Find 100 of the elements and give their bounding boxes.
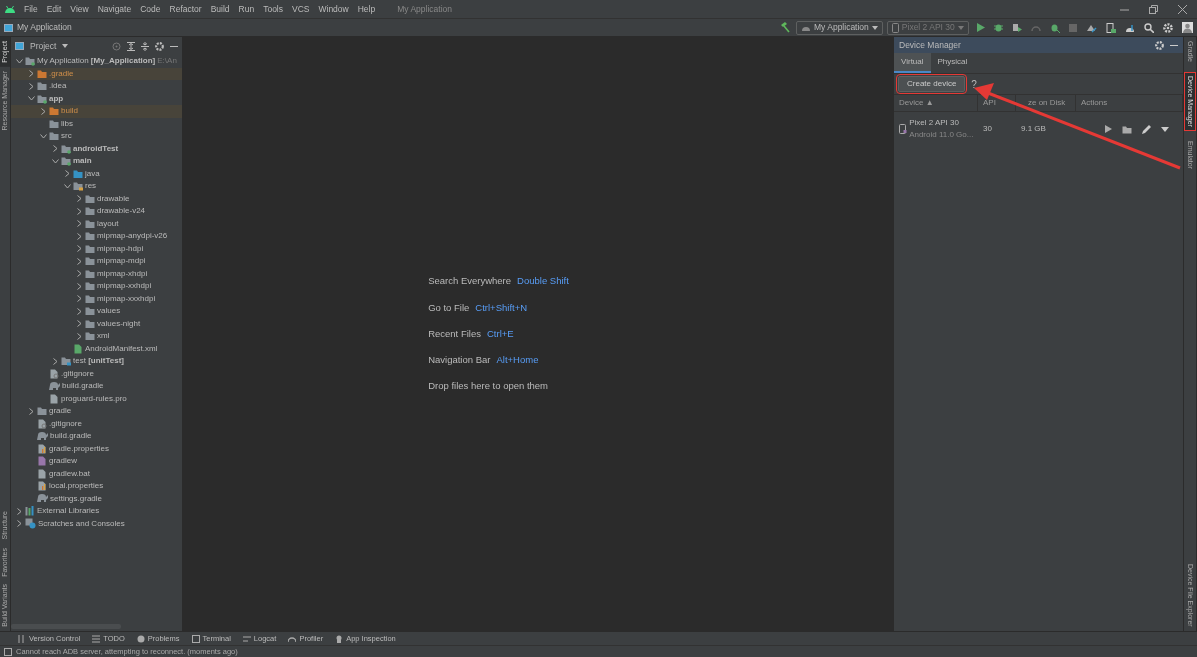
chevron-right-icon[interactable] [76, 282, 82, 290]
device-manager-icon[interactable] [1106, 22, 1116, 33]
tree-item[interactable]: Scratches and Consoles [38, 517, 125, 530]
chevron-down-icon[interactable] [63, 183, 71, 189]
attach-debugger-icon[interactable] [1050, 22, 1060, 33]
tree-item[interactable]: gradle.properties [49, 442, 110, 455]
chevron-right-icon[interactable] [28, 70, 34, 78]
chevron-right-icon[interactable] [16, 520, 22, 528]
menu-item[interactable]: Build [209, 2, 231, 16]
menu-item[interactable]: Help [356, 2, 377, 16]
chevron-right-icon[interactable] [76, 195, 82, 203]
chevron-down-icon[interactable] [27, 96, 35, 102]
tree-item[interactable]: src [61, 130, 72, 143]
chevron-right-icon[interactable] [28, 407, 34, 415]
tree-item[interactable]: app [49, 92, 64, 105]
tree-item[interactable]: mipmap-hdpi [97, 242, 144, 255]
search-icon[interactable] [1144, 22, 1154, 33]
restore-icon[interactable] [1149, 4, 1158, 14]
tree-item[interactable]: gradlew [49, 455, 77, 468]
tree-item[interactable]: mipmap-anydpi-v26 [97, 230, 168, 243]
tree-item[interactable]: gradle [49, 405, 72, 418]
settings-icon[interactable] [1163, 22, 1173, 33]
menu-item[interactable]: Window [317, 2, 350, 16]
tree-item[interactable]: mipmap-xhdpi [97, 267, 148, 280]
tree-item[interactable]: mipmap-xxhdpi [97, 280, 152, 293]
chevron-right-icon[interactable] [76, 295, 82, 303]
chevron-down-icon[interactable] [15, 58, 23, 64]
avatar-icon[interactable] [1182, 22, 1193, 33]
menu-item[interactable]: Tools [262, 2, 284, 16]
run-icon[interactable] [977, 23, 985, 32]
tree-item[interactable]: .gitignore [49, 417, 82, 430]
chevron-right-icon[interactable] [76, 257, 82, 265]
close-icon[interactable] [1178, 4, 1187, 14]
tab[interactable]: Physical [930, 53, 975, 73]
chevron-right-icon[interactable] [76, 207, 82, 215]
tree-item[interactable]: drawable-v24 [97, 205, 146, 218]
caret-icon[interactable] [1161, 126, 1169, 132]
tree-item[interactable]: values-night [97, 317, 141, 330]
chevron-right-icon[interactable] [76, 320, 82, 328]
tree-item[interactable]: xml [97, 330, 110, 343]
chevron-right-icon[interactable] [76, 332, 82, 340]
help-button[interactable]: ? [971, 76, 977, 92]
tree-item[interactable]: build.gradle [50, 430, 92, 443]
settings-icon[interactable] [155, 41, 164, 51]
tree-item[interactable]: values [97, 305, 121, 318]
chevron-right-icon[interactable] [28, 82, 34, 90]
create-device-button[interactable]: Create device [898, 76, 966, 92]
tree-item[interactable]: test [unitTest] [73, 355, 124, 368]
play-icon[interactable] [1105, 125, 1112, 133]
chevron-right-icon[interactable] [76, 220, 82, 228]
tree-item[interactable]: java [85, 167, 100, 180]
tree-item[interactable]: .idea [49, 80, 67, 93]
column-header[interactable]: ze on Disk [1016, 94, 1076, 112]
tree-item[interactable]: res [85, 180, 97, 193]
expand-all-icon[interactable] [127, 41, 135, 51]
caret-icon[interactable] [62, 44, 69, 48]
folder-icon[interactable] [1122, 124, 1132, 134]
pencil-icon[interactable] [1142, 124, 1151, 134]
tree-item[interactable]: libs [61, 117, 73, 130]
coverage-icon[interactable] [1012, 23, 1022, 32]
menu-item[interactable]: File [23, 2, 39, 16]
tree-item[interactable]: gradlew.bat [49, 467, 90, 480]
tree-item[interactable]: build [61, 105, 78, 118]
chevron-right-icon[interactable] [76, 232, 82, 240]
run-config-dropdown[interactable]: My Application [796, 20, 883, 35]
tree-item[interactable]: External Libraries [37, 505, 100, 518]
tree-item[interactable]: androidTest [73, 142, 119, 155]
column-header[interactable]: Device ▲ [894, 94, 978, 112]
bug-icon[interactable] [994, 23, 1003, 32]
chevron-down-icon[interactable] [39, 133, 47, 139]
tree-item[interactable]: local.properties [49, 480, 104, 493]
chevron-right-icon[interactable] [52, 357, 58, 365]
menu-item[interactable]: VCS [291, 2, 311, 16]
menu-item[interactable]: Refactor [168, 2, 203, 16]
breadcrumb[interactable]: My Application [17, 21, 72, 34]
tree-item[interactable]: build.gradle [62, 380, 104, 393]
tree-item[interactable]: drawable [97, 192, 130, 205]
settings-icon[interactable] [1155, 40, 1164, 50]
tree-item[interactable]: mipmap-mdpi [97, 255, 146, 268]
chevron-right-icon[interactable] [40, 107, 46, 115]
tree-item[interactable]: .gitignore [61, 367, 94, 380]
tree-item[interactable]: .gradle [49, 67, 74, 80]
sdk-manager-icon[interactable] [1125, 22, 1135, 33]
menu-item[interactable]: Navigate [96, 2, 133, 16]
chevron-right-icon[interactable] [52, 145, 58, 153]
menu-item[interactable]: Edit [45, 2, 63, 16]
panel-icon[interactable] [4, 647, 12, 656]
menu-item[interactable]: View [69, 2, 90, 16]
tree-item[interactable]: layout [97, 217, 119, 230]
tree-item[interactable]: mipmap-xxxhdpi [97, 292, 156, 305]
tree-item[interactable]: main [73, 155, 92, 168]
tree-item[interactable]: proguard-rules.pro [61, 392, 127, 405]
menu-item[interactable]: Run [237, 2, 256, 16]
tree-item[interactable]: settings.gradle [50, 492, 103, 505]
locate-icon[interactable] [112, 41, 121, 51]
tab[interactable]: Virtual [894, 53, 931, 73]
menu-item[interactable]: Code [139, 2, 162, 16]
column-header[interactable]: Actions [1076, 94, 1183, 112]
chevron-right-icon[interactable] [76, 307, 82, 315]
chevron-right-icon[interactable] [76, 245, 82, 253]
